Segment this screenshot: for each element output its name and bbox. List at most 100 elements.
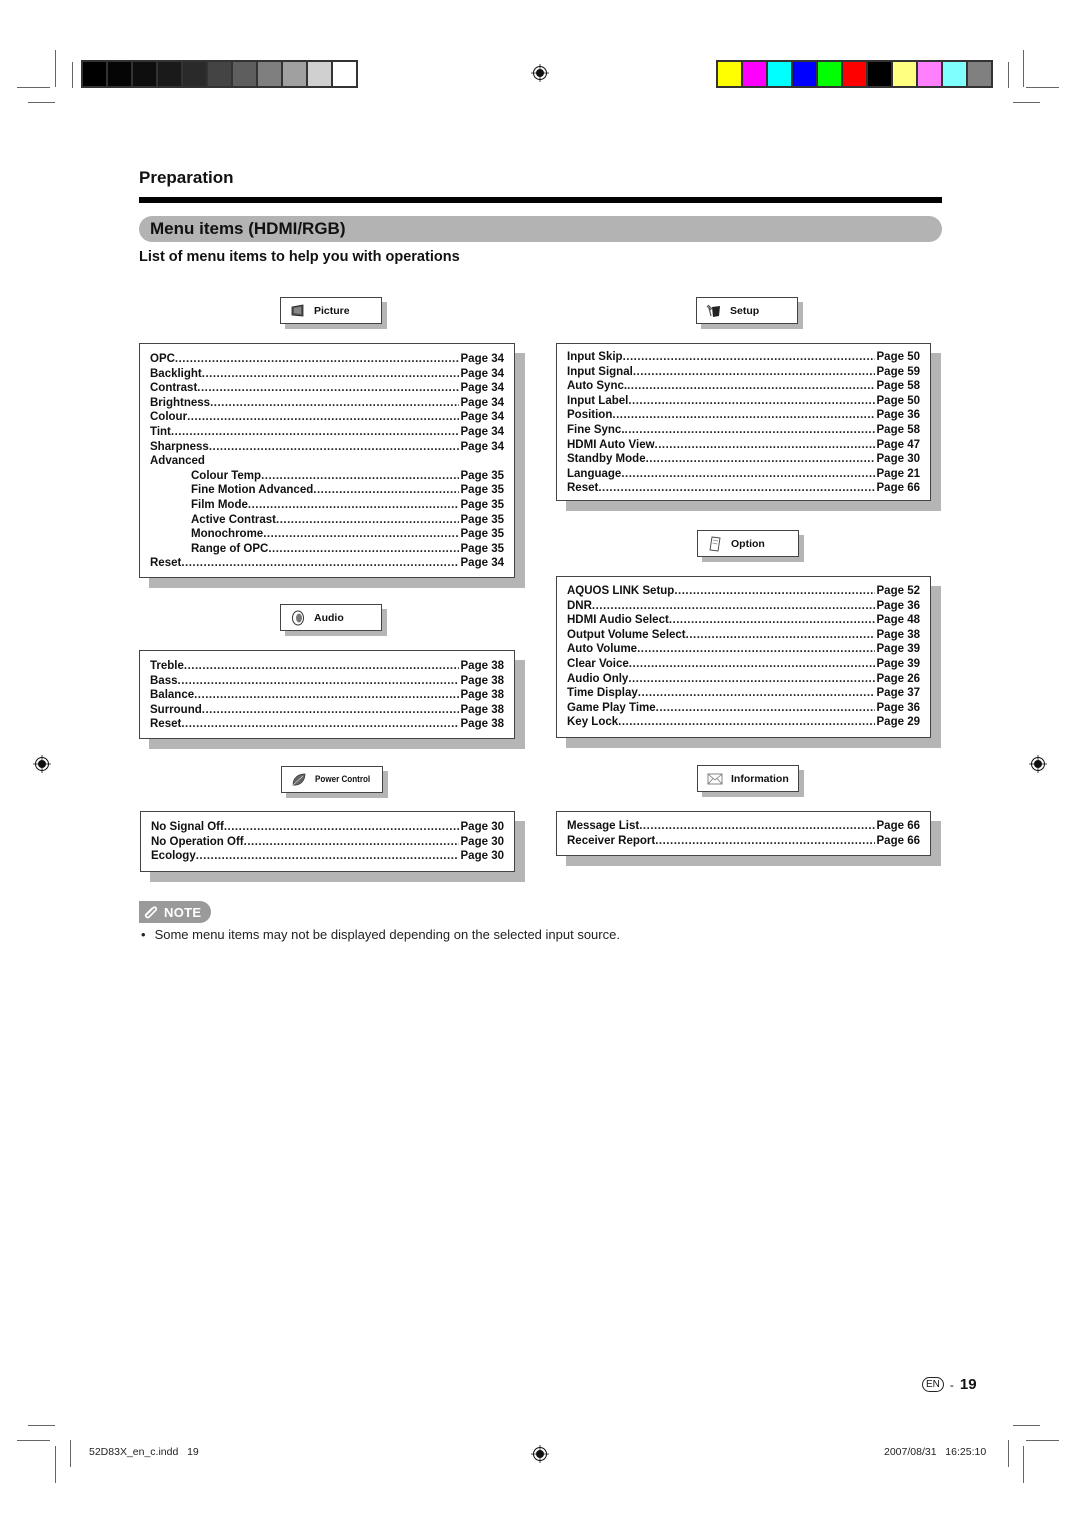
- calibration-swatch: [793, 62, 816, 86]
- menu-item-name: Auto Volume: [567, 643, 638, 656]
- menu-item-page-ref: Page 50: [876, 351, 920, 363]
- menu-item-page-ref: Page 34: [460, 411, 504, 424]
- menu-item-row: Key Lock Page 29: [567, 716, 920, 731]
- menu-box-audio: TreblePage 38BassPage 38BalancePage 38Su…: [139, 650, 525, 749]
- menu-item-name: Colour: [150, 411, 188, 424]
- calibration-swatch: [133, 62, 156, 86]
- dot-leader: [261, 470, 458, 482]
- dot-leader: [196, 850, 459, 862]
- menu-item-row: Surround Page 38: [150, 704, 504, 719]
- speaker-icon: [290, 610, 306, 625]
- menu-item-page-ref: Page 66: [876, 834, 920, 847]
- menu-item-page-ref: Page 30: [460, 850, 504, 863]
- menu-item-row: Reset Page 66: [567, 482, 920, 497]
- menu-item-name: Contrast: [150, 382, 198, 395]
- calibration-swatch: [918, 62, 941, 86]
- menu-box-option: AQUOS LINK Setup Page 52 DNR Page 36 HDMI Au…: [556, 576, 941, 748]
- menu-item-name: Advanced: [150, 455, 205, 468]
- calibration-swatch: [333, 62, 356, 86]
- leaf-icon: [291, 773, 307, 787]
- menu-item-row: Advanced: [150, 455, 504, 470]
- menu-item-name: Backlight: [150, 367, 202, 380]
- menu-item-row: Brightness Page 34: [150, 397, 504, 412]
- menu-item-row: Clear Voice Page 39: [567, 658, 920, 673]
- menu-item-row: Time Display Page 37: [567, 687, 920, 702]
- menu-item-name: AQUOS LINK Setup: [567, 585, 675, 597]
- menu-item-row: No Operation Off Page 30: [151, 836, 504, 851]
- menu-item-row: Backlight Page 34: [150, 368, 504, 383]
- paperclip-icon: [144, 906, 158, 919]
- dot-leader: [187, 411, 458, 423]
- menu-item-row: Message List Page 66: [567, 820, 920, 835]
- dot-leader: [244, 836, 459, 848]
- grayscale-calibration-bar: [81, 60, 358, 88]
- page-title: Menu items (HDMI/RGB): [150, 219, 346, 238]
- menu-item-page-ref: Page 58: [876, 423, 920, 436]
- menu-item-row: HDMI Auto View Page 47: [567, 439, 920, 454]
- calibration-swatch: [183, 62, 206, 86]
- menu-item-name: Reset: [567, 482, 599, 495]
- dot-leader: [637, 643, 874, 655]
- menu-item-row: Monochrome Page 35: [150, 528, 504, 543]
- menu-item-page-ref: Page 47: [876, 438, 920, 451]
- registration-mark-icon: [33, 755, 51, 773]
- calibration-swatch: [208, 62, 231, 86]
- dot-leader: [184, 660, 459, 672]
- menu-item-page-ref: Page 36: [876, 701, 920, 714]
- registration-mark-icon: [531, 1445, 549, 1463]
- page-subtitle: List of menu items to help you with oper…: [139, 249, 460, 265]
- dot-leader: [633, 366, 875, 378]
- menu-tab-picture: Picture: [280, 297, 387, 329]
- menu-box-setup: Input Skip Page 50 Input Signal Page 59 Auto…: [556, 343, 941, 511]
- calibration-swatch: [843, 62, 866, 86]
- menu-item-page-ref: Page 34: [460, 353, 504, 365]
- calibration-swatch: [818, 62, 841, 86]
- dot-leader: [181, 718, 458, 730]
- menu-item-name: Input Skip: [567, 351, 623, 363]
- menu-item-name: Auto Sync.: [567, 380, 628, 393]
- menu-item-row: Tint Page 34: [150, 426, 504, 441]
- menu-item-name: Treble: [150, 660, 184, 672]
- menu-item-page-ref: Page 34: [460, 382, 504, 395]
- registration-mark-icon: [1029, 755, 1047, 773]
- dot-leader: [276, 514, 459, 526]
- calibration-swatch: [233, 62, 256, 86]
- menu-item-page-ref: Page 30: [460, 821, 504, 833]
- menu-item-name: Time Display: [567, 687, 638, 700]
- dot-leader: [263, 528, 458, 540]
- menu-item-page-ref: Page 50: [876, 394, 920, 407]
- dot-leader: [623, 351, 875, 363]
- menu-item-name: OPC: [150, 353, 175, 365]
- menu-item-page-ref: Page 34: [460, 367, 504, 380]
- menu-item-name: Film Mode: [191, 498, 248, 511]
- menu-item-name: Reset: [150, 557, 182, 570]
- menu-item-name: No Signal Off: [151, 821, 224, 833]
- dot-leader: [194, 689, 458, 701]
- menu-item-page-ref: Page 30: [460, 835, 504, 848]
- menu-item-name: Colour Temp: [191, 469, 262, 482]
- language-badge: EN: [922, 1377, 944, 1392]
- menu-item-page-ref: Page 30: [876, 453, 920, 466]
- menu-item-name: Ecology: [151, 850, 196, 863]
- menu-item-row: Active Contrast Page 35: [150, 514, 504, 529]
- menu-item-page-ref: Page 35: [460, 528, 504, 541]
- dot-leader: [612, 409, 874, 421]
- menu-item-row: Fine Sync. Page 58: [567, 424, 920, 439]
- menu-item-page-ref: Page 59: [876, 365, 920, 378]
- footer-timestamp: 2007/08/31 16:25:10: [884, 1446, 987, 1458]
- menu-item-page-ref: Page 34: [460, 396, 504, 409]
- calibration-swatch: [108, 62, 131, 86]
- dot-leader: [655, 439, 875, 451]
- note-badge: NOTE: [139, 901, 211, 923]
- calibration-swatch: [768, 62, 791, 86]
- dot-leader: [646, 453, 875, 465]
- calibration-swatch: [258, 62, 281, 86]
- menu-item-name: No Operation Off: [151, 835, 244, 848]
- dot-leader: [674, 585, 874, 597]
- dot-leader: [178, 675, 459, 687]
- menu-item-page-ref: Page 35: [460, 484, 504, 497]
- section-title: Preparation: [139, 168, 234, 187]
- menu-item-page-ref: Page 35: [460, 469, 504, 482]
- menu-tab-setup: Setup: [696, 297, 803, 329]
- menu-item-page-ref: Page 34: [460, 557, 504, 570]
